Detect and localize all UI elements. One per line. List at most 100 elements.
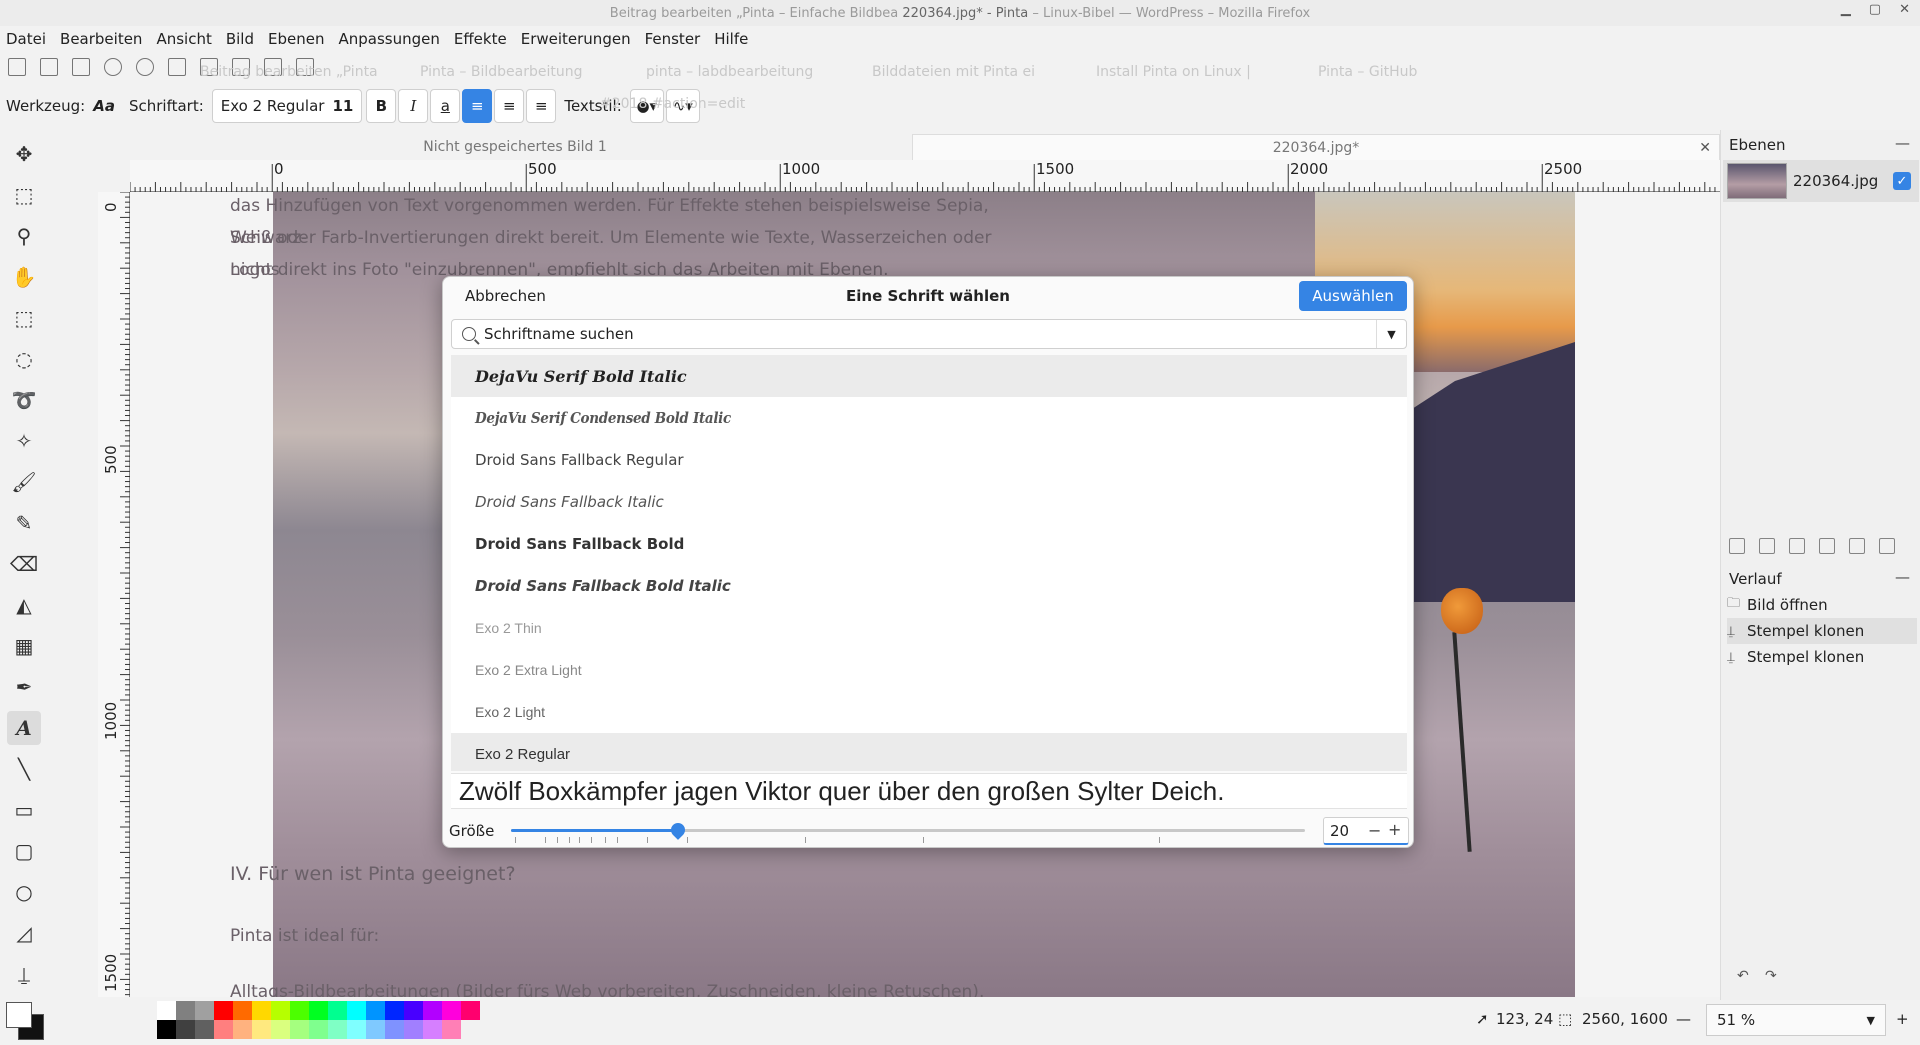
history-redo-icon[interactable]: ↷	[1765, 968, 1777, 984]
palette-swatch[interactable]	[233, 1020, 252, 1039]
list-item[interactable]: Droid Sans Fallback Bold	[451, 523, 1407, 565]
select-button[interactable]: Auswählen	[1299, 281, 1407, 311]
bold-button[interactable]: B	[366, 89, 397, 123]
gradient-tool-icon[interactable]: ▦	[7, 629, 41, 663]
palette-swatch[interactable]	[271, 1001, 290, 1020]
rectangle-select-tool-icon[interactable]: ⬚	[7, 301, 41, 335]
list-item[interactable]: Exo 2 Thin	[451, 607, 1407, 649]
palette-swatch[interactable]	[252, 1020, 271, 1039]
palette-swatch[interactable]	[195, 1020, 214, 1039]
palette-swatch[interactable]	[366, 1020, 385, 1039]
cut-icon[interactable]	[168, 58, 186, 76]
add-layer-icon[interactable]	[1729, 538, 1745, 554]
palette-swatch[interactable]	[347, 1001, 366, 1020]
size-slider[interactable]	[511, 820, 1305, 840]
palette-swatch[interactable]	[157, 1001, 176, 1020]
align-right-button[interactable]: ≡	[526, 89, 557, 123]
align-center-button[interactable]: ≡	[494, 89, 525, 123]
minimize-icon[interactable]: ▁	[1841, 2, 1851, 17]
palette-swatch[interactable]	[309, 1001, 328, 1020]
palette-swatch[interactable]	[214, 1001, 233, 1020]
zoom-in-button[interactable]: +	[1896, 1010, 1909, 1028]
palette-swatch[interactable]	[442, 1020, 461, 1039]
menu-ebenen[interactable]: Ebenen	[268, 30, 324, 48]
palette-swatch[interactable]	[404, 1020, 423, 1039]
palette-swatch[interactable]	[423, 1020, 442, 1039]
menu-hilfe[interactable]: Hilfe	[714, 30, 748, 48]
menu-effekte[interactable]: Effekte	[454, 30, 507, 48]
open-folder-icon[interactable]	[40, 58, 58, 76]
delete-layer-icon[interactable]	[1759, 538, 1775, 554]
palette-swatch[interactable]	[271, 1020, 290, 1039]
menu-datei[interactable]: Datei	[6, 30, 46, 48]
menu-erweiterungen[interactable]: Erweiterungen	[521, 30, 631, 48]
palette-swatch[interactable]	[252, 1001, 271, 1020]
palette-swatch[interactable]	[214, 1020, 233, 1039]
palette-swatch[interactable]	[442, 1001, 461, 1020]
palette-swatch[interactable]	[461, 1001, 480, 1020]
align-left-button[interactable]: ≡	[462, 89, 493, 123]
chevron-down-icon[interactable]: ▼	[1376, 320, 1406, 348]
list-item[interactable]: Exo 2 Regular	[451, 733, 1407, 771]
eraser-tool-icon[interactable]: ⌫	[7, 547, 41, 581]
palette-swatch[interactable]	[366, 1001, 385, 1020]
menu-ansicht[interactable]: Ansicht	[156, 30, 211, 48]
palette-swatch[interactable]	[385, 1001, 404, 1020]
menu-bearbeiten[interactable]: Bearbeiten	[60, 30, 142, 48]
history-item[interactable]: 🗀 Bild öffnen	[1727, 592, 1917, 618]
ellipse-select-tool-icon[interactable]: ◌	[7, 342, 41, 376]
move-selection-tool-icon[interactable]: ⬚	[7, 178, 41, 212]
pencil-tool-icon[interactable]: ✎	[7, 506, 41, 540]
pan-tool-icon[interactable]: ✋	[7, 260, 41, 294]
history-undo-icon[interactable]: ↶	[1737, 968, 1749, 984]
magic-wand-tool-icon[interactable]: ✧	[7, 424, 41, 458]
freeform-shape-tool-icon[interactable]: ◿	[7, 916, 41, 950]
underline-button[interactable]: a	[430, 89, 461, 123]
primary-color-swatch[interactable]	[6, 1002, 32, 1028]
color-picker-tool-icon[interactable]: ✒	[7, 670, 41, 704]
palette-swatch[interactable]	[290, 1001, 309, 1020]
maximize-icon[interactable]: ▢	[1869, 2, 1881, 17]
tab-220364[interactable]: 220364.jpg* ✕	[912, 134, 1720, 160]
paintbrush-tool-icon[interactable]: 🖌	[7, 465, 41, 499]
palette-swatch[interactable]	[309, 1020, 328, 1039]
close-icon[interactable]: ✕	[1899, 2, 1910, 17]
move-selected-tool-icon[interactable]: ✥	[7, 137, 41, 171]
size-decrease-button[interactable]: −	[1368, 821, 1381, 840]
layer-visibility-checkbox[interactable]: ✓	[1893, 172, 1911, 190]
list-item[interactable]: Droid Sans Fallback Bold Italic	[451, 565, 1407, 607]
palette-swatch[interactable]	[347, 1020, 366, 1039]
palette-swatch[interactable]	[328, 1020, 347, 1039]
rectangle-tool-icon[interactable]: ▭	[7, 793, 41, 827]
list-item[interactable]: Exo 2 Light	[451, 691, 1407, 733]
palette-swatch[interactable]	[423, 1001, 442, 1020]
layers-collapse-button[interactable]: —	[1895, 134, 1910, 152]
list-item[interactable]: DejaVu Serif Condensed Bold Italic	[451, 397, 1407, 439]
menu-anpassungen[interactable]: Anpassungen	[338, 30, 439, 48]
history-item[interactable]: ⍊ Stempel klonen	[1727, 618, 1917, 644]
layer-row[interactable]: 220364.jpg ✓	[1723, 160, 1919, 202]
list-item[interactable]: Droid Sans Fallback Regular	[451, 439, 1407, 481]
clone-stamp-tool-icon[interactable]: ⍊	[7, 957, 41, 991]
history-collapse-button[interactable]: —	[1895, 568, 1910, 586]
palette-swatch[interactable]	[233, 1001, 252, 1020]
rounded-rectangle-tool-icon[interactable]: ▢	[7, 834, 41, 868]
undo-icon[interactable]	[104, 58, 122, 76]
size-increase-button[interactable]: +	[1388, 820, 1401, 839]
lasso-select-tool-icon[interactable]: ➰	[7, 383, 41, 417]
layer-up-icon[interactable]	[1849, 538, 1865, 554]
zoom-combobox[interactable]: 51 % ▼	[1706, 1004, 1886, 1036]
size-spinbutton[interactable]: 20 − +	[1323, 817, 1409, 845]
palette-swatch[interactable]	[385, 1020, 404, 1039]
tab-close-icon[interactable]: ✕	[1699, 140, 1711, 156]
history-item[interactable]: ⍊ Stempel klonen	[1727, 644, 1917, 670]
list-item[interactable]: Droid Sans Fallback Italic	[451, 481, 1407, 523]
palette-swatch[interactable]	[157, 1020, 176, 1039]
ellipse-tool-icon[interactable]: ○	[7, 875, 41, 909]
list-item[interactable]: Exo 2 Extra Light	[451, 649, 1407, 691]
paint-bucket-tool-icon[interactable]: ◭	[7, 588, 41, 622]
palette-swatch[interactable]	[290, 1020, 309, 1039]
font-search-input[interactable]: Schriftname suchen ▼	[451, 319, 1407, 349]
cancel-button[interactable]: Abbrechen	[465, 287, 546, 305]
menu-fenster[interactable]: Fenster	[645, 30, 701, 48]
